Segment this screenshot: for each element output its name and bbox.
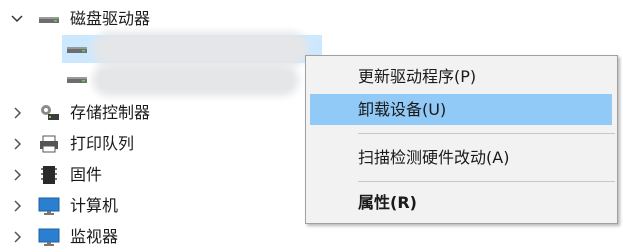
tree-item-disk-2[interactable] bbox=[0, 64, 310, 94]
chevron-right-icon[interactable] bbox=[10, 230, 24, 244]
menu-separator bbox=[358, 181, 615, 182]
disk-drive-icon bbox=[66, 69, 88, 89]
redacted-blur bbox=[98, 38, 303, 60]
chevron-right-icon[interactable] bbox=[10, 106, 24, 120]
storage-controller-icon bbox=[38, 103, 60, 123]
printer-icon bbox=[38, 134, 60, 154]
menu-item-update-driver[interactable]: 更新驱动程序(P) bbox=[310, 61, 612, 92]
chevron-right-icon[interactable] bbox=[10, 199, 24, 213]
disk-drive-icon bbox=[66, 39, 88, 59]
menu-separator bbox=[358, 133, 615, 134]
tree-item-print-queues[interactable]: 打印队列 bbox=[0, 129, 330, 159]
chevron-down-icon[interactable] bbox=[10, 12, 24, 26]
tree-item-firmware[interactable]: 固件 bbox=[0, 160, 330, 190]
tree-item-label: 打印队列 bbox=[70, 134, 135, 153]
monitor-icon bbox=[38, 227, 60, 247]
tree-item-label: 监视器 bbox=[70, 227, 119, 246]
disk-drive-icon bbox=[38, 9, 60, 29]
redacted-blur bbox=[98, 70, 293, 90]
tree-item-monitors[interactable]: 监视器 bbox=[0, 222, 330, 252]
tree-item-label: 存储控制器 bbox=[70, 103, 151, 122]
tree-item-label: 固件 bbox=[70, 165, 103, 184]
firmware-chip-icon bbox=[38, 165, 60, 185]
menu-item-scan-hardware-changes[interactable]: 扫描检测硬件改动(A) bbox=[310, 142, 612, 173]
menu-item-uninstall-device[interactable]: 卸载设备(U) bbox=[310, 94, 612, 125]
tree-item-disk-1[interactable] bbox=[0, 34, 330, 64]
tree-item-storage-controllers[interactable]: 存储控制器 bbox=[0, 98, 330, 128]
menu-item-properties[interactable]: 属性(R) bbox=[310, 187, 612, 218]
chevron-right-icon[interactable] bbox=[10, 168, 24, 182]
chevron-right-icon[interactable] bbox=[10, 137, 24, 151]
tree-item-computer[interactable]: 计算机 bbox=[0, 191, 330, 221]
tree-item-label: 磁盘驱动器 bbox=[70, 9, 151, 28]
tree-item-disk-drives[interactable]: 磁盘驱动器 bbox=[0, 4, 330, 34]
monitor-icon bbox=[38, 196, 60, 216]
tree-item-label: 计算机 bbox=[70, 196, 119, 215]
context-menu: 更新驱动程序(P) 卸载设备(U) 扫描检测硬件改动(A) 属性(R) bbox=[305, 55, 618, 224]
